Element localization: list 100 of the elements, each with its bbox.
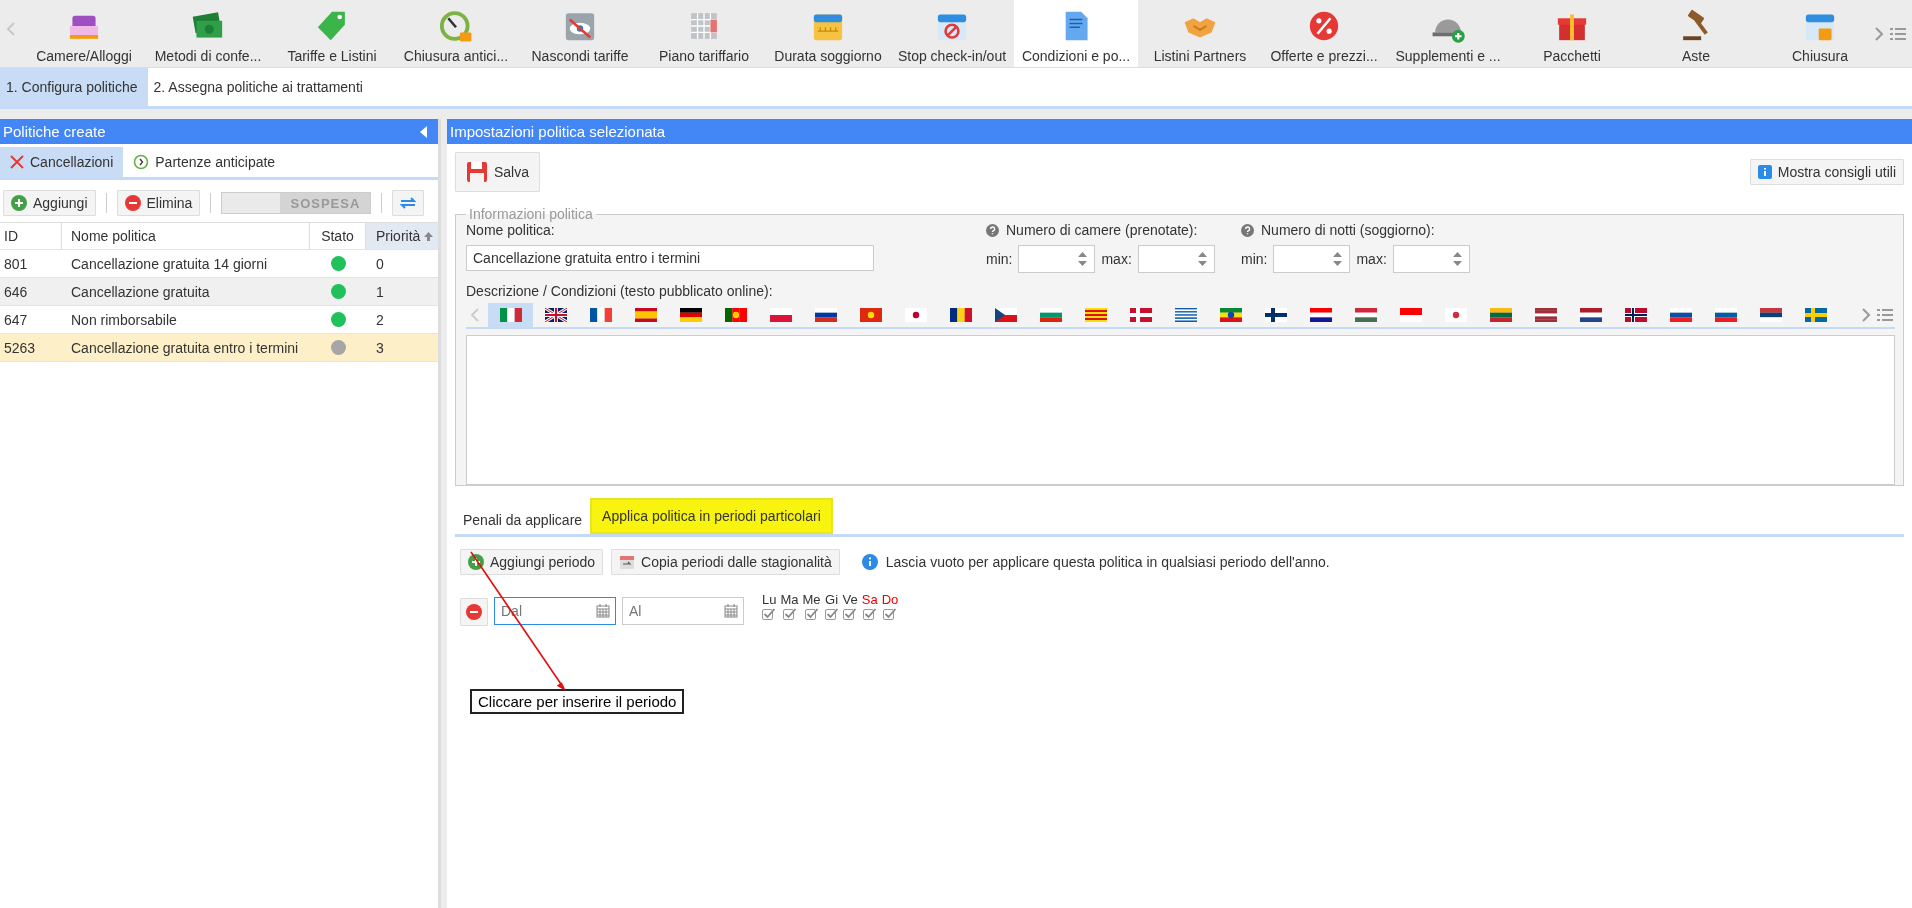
toolbar-tab[interactable]: Supplementi e ...: [1386, 0, 1510, 67]
calendar-icon: [619, 554, 636, 570]
section-tab[interactable]: Applica politica in periodi particolari: [590, 498, 833, 534]
help-icon[interactable]: [986, 223, 999, 237]
list-icon[interactable]: [1890, 27, 1906, 41]
spinner-arrows-icon[interactable]: [1452, 251, 1462, 267]
save-button[interactable]: Salva: [455, 152, 541, 192]
weekday-label: Ma: [780, 593, 799, 607]
swap-arrows-icon: [399, 195, 418, 211]
flag-icon: [904, 308, 927, 322]
name-field[interactable]: Cancellazione gratuita entro i termini: [466, 245, 874, 271]
field-label: min:: [1241, 251, 1268, 267]
table-row[interactable]: 5263 Cancellazione gratuita entro i termini 3: [0, 334, 438, 362]
table-cell-text: 0: [375, 255, 385, 272]
column-header[interactable]: Priorità: [366, 223, 438, 249]
chevron-right-icon[interactable]: [1874, 26, 1884, 42]
toolbar-tab[interactable]: Offerte e prezzi...: [1262, 0, 1386, 67]
weekday-label: Do: [881, 593, 899, 607]
checkbox[interactable]: [843, 608, 858, 620]
checkbox[interactable]: [824, 608, 839, 620]
toolbar-tab[interactable]: Chiusura antici...: [394, 0, 518, 67]
checkbox[interactable]: [862, 608, 877, 620]
list-icon[interactable]: [1877, 308, 1893, 322]
add-button[interactable]: Aggiungi: [3, 190, 96, 216]
toolbar-tab[interactable]: Stop check-in/out: [890, 0, 1014, 67]
minus-circle-icon: [124, 195, 141, 211]
column-header[interactable]: ID: [0, 223, 62, 249]
number-field[interactable]: [1392, 245, 1470, 273]
spinner-arrows-icon[interactable]: [1333, 251, 1343, 267]
plus-circle-icon: [11, 195, 27, 211]
field-label: Descrizione / Condizioni (testo pubblicato online):: [466, 283, 774, 299]
policy-tab[interactable]: Cancellazioni: [0, 147, 124, 177]
spinner-arrows-icon[interactable]: [1197, 251, 1207, 267]
flag-icon: [1534, 308, 1557, 322]
step-tab[interactable]: 1. Configura politiche: [0, 68, 148, 106]
checkbox[interactable]: [883, 608, 897, 620]
table-cell-text: 801: [3, 255, 29, 272]
toolbar-tab[interactable]: Condizioni e po...: [1014, 0, 1138, 67]
collapse-icon[interactable]: [420, 125, 428, 138]
number-field[interactable]: [1018, 245, 1096, 273]
flag-icon: [1444, 308, 1467, 322]
group-legend: Informazioni politica: [466, 206, 596, 222]
flag-icon: [499, 308, 522, 322]
checkbox[interactable]: [804, 608, 819, 620]
tips-button[interactable]: Mostra consigli utili: [1749, 159, 1904, 185]
table-cell-text: Cancellazione gratuita: [70, 283, 211, 300]
checkbox[interactable]: [762, 608, 777, 620]
section-tab[interactable]: Penali da applicare: [455, 506, 591, 534]
flag-icon: [1084, 308, 1107, 322]
toolbar-tab[interactable]: Metodi di confe...: [146, 0, 270, 67]
copy-periods-button[interactable]: Copia periodi dalle stagionalità: [611, 549, 840, 575]
calendar-icon[interactable]: [596, 604, 610, 618]
spinner-arrows-icon[interactable]: [1078, 251, 1088, 267]
number-field[interactable]: [1137, 245, 1215, 273]
description-field[interactable]: [466, 335, 1895, 485]
number-field[interactable]: [1273, 245, 1351, 273]
toolbar-tab[interactable]: Pacchetti: [1510, 0, 1634, 67]
help-icon[interactable]: [1241, 223, 1254, 237]
calendar-icon[interactable]: [724, 604, 738, 618]
flag-icon: [1669, 308, 1692, 322]
flag-icon: [724, 308, 747, 322]
flag-icon: [814, 308, 837, 322]
toolbar-tab[interactable]: Aste: [1634, 0, 1758, 67]
field-label: Numero di camere (prenotate):: [1006, 222, 1198, 238]
column-header[interactable]: Nome politica: [62, 223, 310, 249]
weekday-label: Ve: [842, 593, 858, 607]
field-label: max:: [1356, 251, 1387, 267]
table-cell-text: 2: [375, 311, 385, 328]
checkbox[interactable]: [782, 608, 797, 620]
flag-icon: [1309, 308, 1332, 322]
hint-text: Lascia vuoto per applicare questa politica in qualsiasi periodo dell'anno.: [885, 554, 1330, 570]
flag-icon: [1354, 308, 1377, 322]
table-cell-text: 646: [3, 283, 29, 300]
flag-icon: [589, 308, 612, 322]
date-field[interactable]: Al: [622, 597, 744, 625]
flag-icon: [859, 308, 882, 322]
table-cell-text: Cancellazione gratuita 14 giorni: [70, 255, 269, 272]
remove-period-button[interactable]: [460, 598, 488, 626]
toolbar-tab[interactable]: Nascondi tariffe: [518, 0, 642, 67]
flag-icon: [1039, 308, 1062, 322]
chevron-right-icon[interactable]: [1861, 307, 1871, 323]
toolbar-tab[interactable]: Piano tariffario: [642, 0, 766, 67]
field-label: Nome politica:: [466, 222, 556, 238]
flag-icon: [634, 308, 657, 322]
delete-button[interactable]: Elimina: [116, 190, 201, 216]
flag-icon: [994, 308, 1017, 322]
weekday-label: Lu: [762, 593, 777, 607]
toolbar-tab[interactable]: Durata soggiorno: [766, 0, 890, 67]
flag-icon: [1759, 308, 1782, 322]
flag-icon: [1624, 308, 1647, 322]
weekday-label: Sa: [861, 593, 878, 607]
toolbar-tab[interactable]: Listini Partners: [1138, 0, 1262, 67]
toolbar-tab[interactable]: Camere/Alloggi: [22, 0, 146, 67]
table-row[interactable]: 646 Cancellazione gratuita 1: [0, 278, 438, 306]
flag-icon: [769, 308, 792, 322]
flag-icon: [1399, 308, 1422, 322]
add-period-button[interactable]: Aggiungi periodo: [460, 549, 604, 575]
refresh-button[interactable]: [392, 190, 425, 216]
flag-icon: [949, 308, 972, 322]
toolbar-tab[interactable]: Tariffe e Listini: [270, 0, 394, 67]
